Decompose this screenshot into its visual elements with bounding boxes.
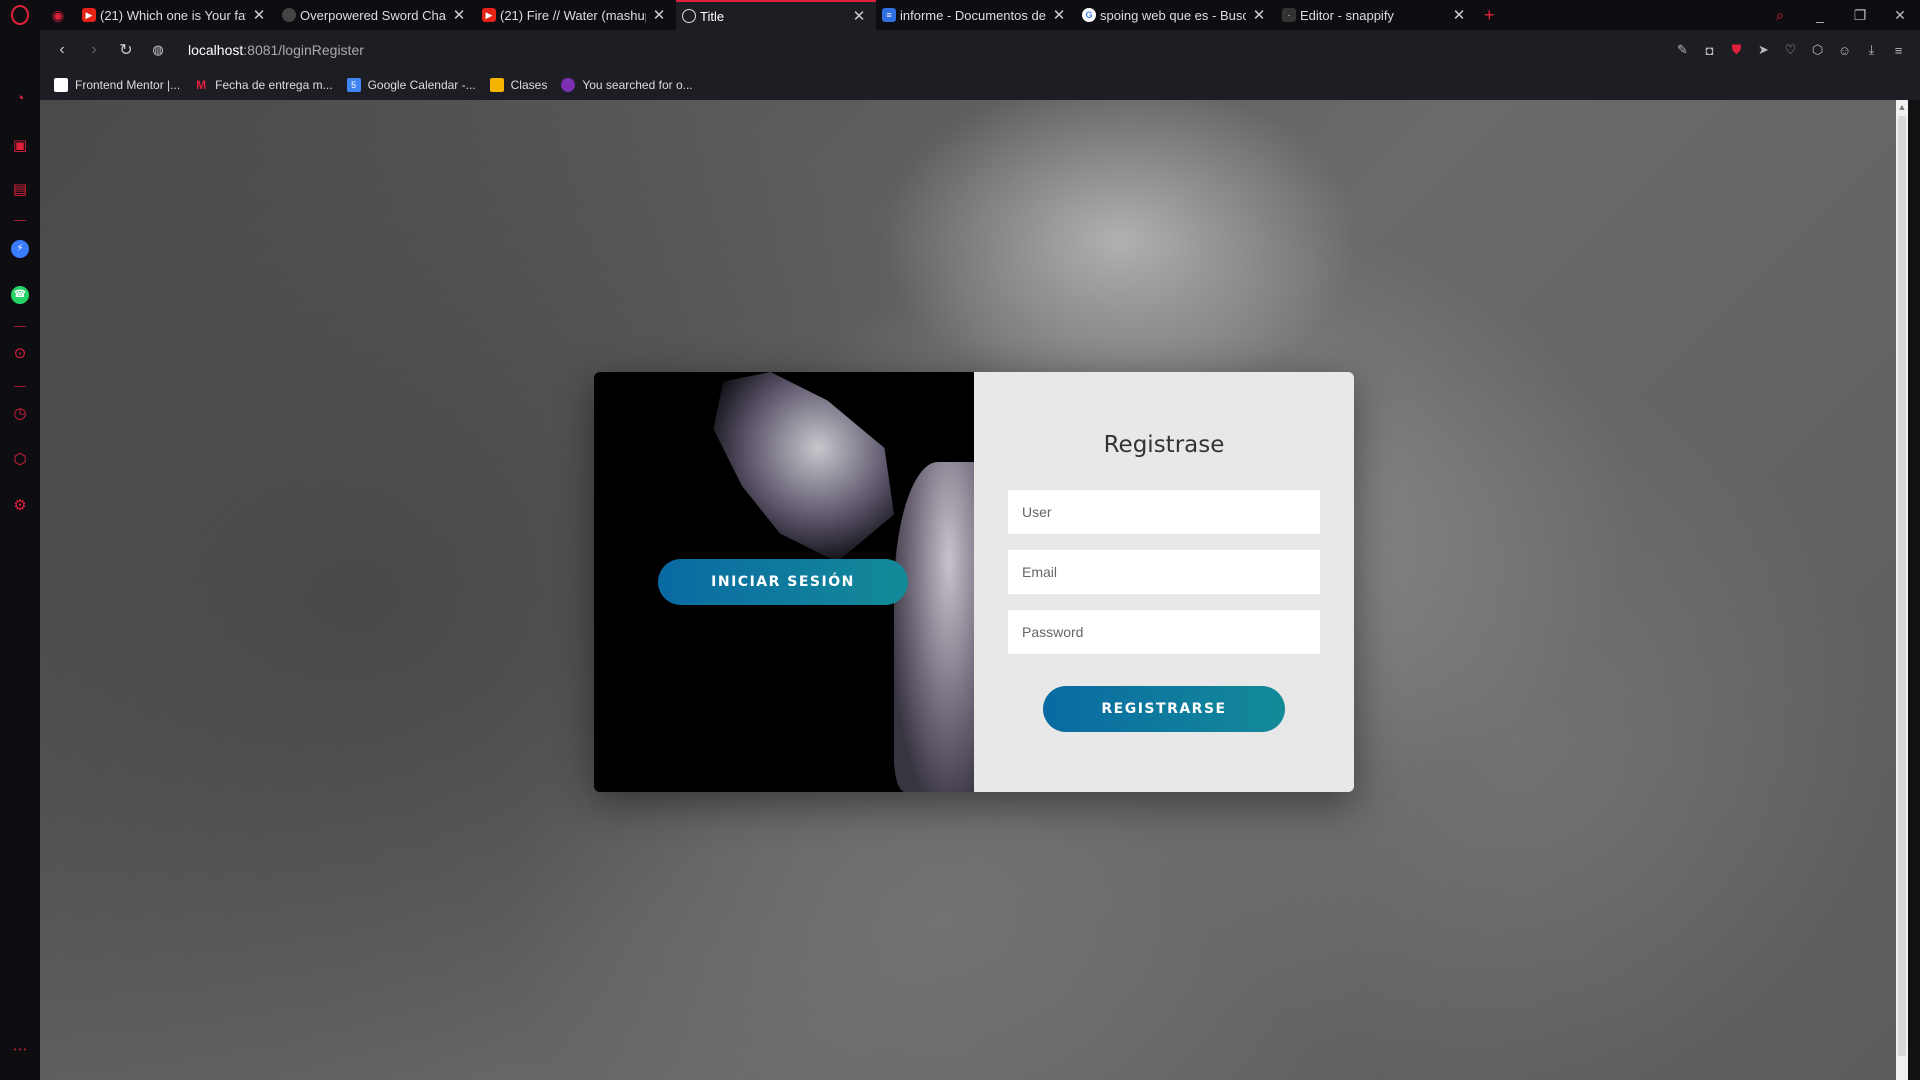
shopping-icon[interactable]: ▣ — [0, 136, 40, 154]
opera-logo-icon — [11, 5, 29, 25]
opera-sidebar: ◔ ▣ ▤ ⚡ ☎ ⊙ ◷ ⬡ ⚙ ⋯ — [0, 30, 40, 1080]
bookmark-label: Clases — [510, 78, 548, 92]
docs-icon: ≡ — [882, 8, 896, 22]
heart-icon[interactable]: ♡ — [1777, 42, 1804, 58]
forward-icon[interactable]: › — [78, 41, 110, 59]
login-panel: INICIAR SESIÓN — [594, 372, 974, 792]
auth-card: INICIAR SESIÓN Registrase REGISTRARSE — [594, 372, 1354, 792]
tab-title: spoing web que es - Busca — [1100, 7, 1246, 23]
gmail-icon: M — [196, 78, 207, 92]
register-title: Registrase — [1103, 432, 1225, 458]
bookmark-frontend-mentor[interactable]: Frontend Mentor |... — [54, 78, 180, 92]
gamepad-icon[interactable]: ◉ — [40, 7, 76, 24]
close-icon[interactable]: ✕ — [252, 6, 266, 24]
more-icon[interactable]: ⋯ — [0, 1040, 40, 1058]
new-tab-button[interactable]: + — [1484, 5, 1504, 26]
tab-title: Overpowered Sword Chapt — [300, 7, 446, 23]
bookmark-fecha-entrega[interactable]: M Fecha de entrega m... — [194, 78, 332, 92]
vertical-scrollbar[interactable]: ▲ — [1896, 100, 1908, 1080]
opera-menu-button[interactable] — [0, 0, 40, 30]
email-input[interactable] — [1008, 550, 1320, 594]
tab-overpowered-sword[interactable]: Overpowered Sword Chapt ✕ — [276, 0, 476, 30]
url-path: :8081/loginRegister — [243, 42, 364, 58]
tab-bar: ◉ ▶ (21) Which one is Your favo ✕ Overpo… — [0, 0, 1920, 30]
camera-icon[interactable]: ◘ — [1696, 43, 1723, 58]
reload-icon[interactable]: ↻ — [110, 40, 142, 60]
frontend-mentor-icon — [54, 78, 68, 92]
page-background: INICIAR SESIÓN Registrase REGISTRARSE ▲ — [40, 100, 1908, 1080]
tab-title: Editor - snappify — [1300, 7, 1394, 23]
close-icon[interactable]: ✕ — [1252, 6, 1266, 24]
send-icon[interactable]: ➤ — [1750, 42, 1777, 58]
close-icon[interactable]: ✕ — [1052, 6, 1066, 24]
tab-youtube-2[interactable]: ▶ (21) Fire // Water (mashup) ✕ — [476, 0, 676, 30]
youtube-icon: ▶ — [482, 8, 496, 22]
url-field[interactable]: localhost:8081/loginRegister — [188, 42, 364, 58]
minimize-icon[interactable]: _ — [1800, 7, 1840, 23]
close-icon[interactable]: ✕ — [652, 6, 666, 24]
toolbar-icons: ✎ ◘ ⛊ ➤ ♡ ⬡ ☺ ⤓ ≡ — [1669, 30, 1912, 70]
angel-wing-image — [713, 372, 894, 562]
bookmark-clases[interactable]: Clases — [489, 78, 548, 92]
bookmark-label: Fecha de entrega m... — [215, 78, 333, 92]
history-icon[interactable]: ◷ — [0, 404, 40, 422]
youtube-icon: ▶ — [82, 8, 96, 22]
bookmark-icon — [561, 78, 576, 92]
tab-title: (21) Fire // Water (mashup) — [500, 7, 646, 23]
restore-icon[interactable]: ❐ — [1840, 7, 1880, 24]
snappify-icon: · — [1282, 8, 1296, 22]
speed-dial-icon[interactable]: ◔ — [0, 90, 40, 107]
tab-title: (21) Which one is Your favo — [100, 7, 246, 23]
messenger-icon[interactable]: ⚡ — [0, 238, 40, 258]
bookmark-label: Frontend Mentor |... — [75, 78, 181, 92]
shield-icon[interactable]: ⛊ — [1723, 42, 1750, 58]
tab-title: Title — [700, 8, 725, 24]
tab-google-search[interactable]: G spoing web que es - Busca ✕ — [1076, 0, 1276, 30]
google-icon: G — [1082, 8, 1096, 22]
user-input[interactable] — [1008, 490, 1320, 534]
menu-icon[interactable]: ≡ — [1885, 43, 1912, 58]
calendar-icon: 5 — [346, 78, 361, 92]
classroom-icon — [489, 78, 504, 92]
tab-youtube-1[interactable]: ▶ (21) Which one is Your favo ✕ — [76, 0, 276, 30]
globe-icon — [682, 9, 696, 23]
tab-title-active[interactable]: Title ✕ — [676, 0, 876, 30]
extensions-icon[interactable]: ⬡ — [0, 450, 40, 468]
url-host: localhost — [188, 42, 244, 58]
close-icon[interactable]: ✕ — [1452, 6, 1466, 24]
angel-figure-image — [894, 462, 974, 792]
player-icon[interactable]: ⊙ — [0, 344, 40, 362]
tab-snappify[interactable]: · Editor - snappify ✕ — [1276, 0, 1476, 30]
bookmark-google-calendar[interactable]: 5 Google Calendar -... — [346, 78, 476, 92]
close-icon[interactable]: ✕ — [852, 7, 866, 25]
github-icon — [282, 8, 296, 22]
register-button[interactable]: REGISTRARSE — [1043, 686, 1285, 732]
twitch-icon[interactable]: ▤ — [0, 180, 40, 198]
account-icon[interactable]: ☺ — [1831, 43, 1858, 58]
scroll-up-icon[interactable]: ▲ — [1896, 100, 1908, 114]
search-tabs-icon[interactable]: ⌕ — [1760, 7, 1800, 24]
back-icon[interactable]: ‹ — [46, 41, 78, 59]
close-icon[interactable]: ✕ — [452, 6, 466, 24]
bookmark-label: You searched for o... — [582, 78, 693, 92]
cube-icon[interactable]: ⬡ — [1804, 42, 1831, 58]
login-button[interactable]: INICIAR SESIÓN — [658, 559, 908, 605]
bookmark-label: Google Calendar -... — [367, 78, 476, 92]
password-input[interactable] — [1008, 610, 1320, 654]
bookmarks-bar: Frontend Mentor |... M Fecha de entrega … — [40, 70, 1920, 100]
tab-docs[interactable]: ≡ informe - Documentos de G ✕ — [876, 0, 1076, 30]
window-controls: ⌕ _ ❐ ✕ — [1760, 0, 1920, 30]
register-panel: Registrase REGISTRARSE — [974, 372, 1354, 792]
scrollbar-thumb[interactable] — [1898, 116, 1906, 1056]
close-window-icon[interactable]: ✕ — [1880, 7, 1920, 24]
tab-title: informe - Documentos de G — [900, 7, 1046, 23]
whatsapp-icon[interactable]: ☎ — [0, 284, 40, 304]
site-info-icon[interactable]: ◍ — [142, 42, 174, 58]
bookmark-you-searched[interactable]: You searched for o... — [561, 78, 693, 92]
settings-icon[interactable]: ⚙ — [0, 496, 40, 514]
edit-icon[interactable]: ✎ — [1669, 42, 1696, 58]
address-bar: ‹ › ↻ ◍ localhost:8081/loginRegister ✎ ◘… — [40, 30, 1920, 70]
download-icon[interactable]: ⤓ — [1858, 42, 1885, 58]
